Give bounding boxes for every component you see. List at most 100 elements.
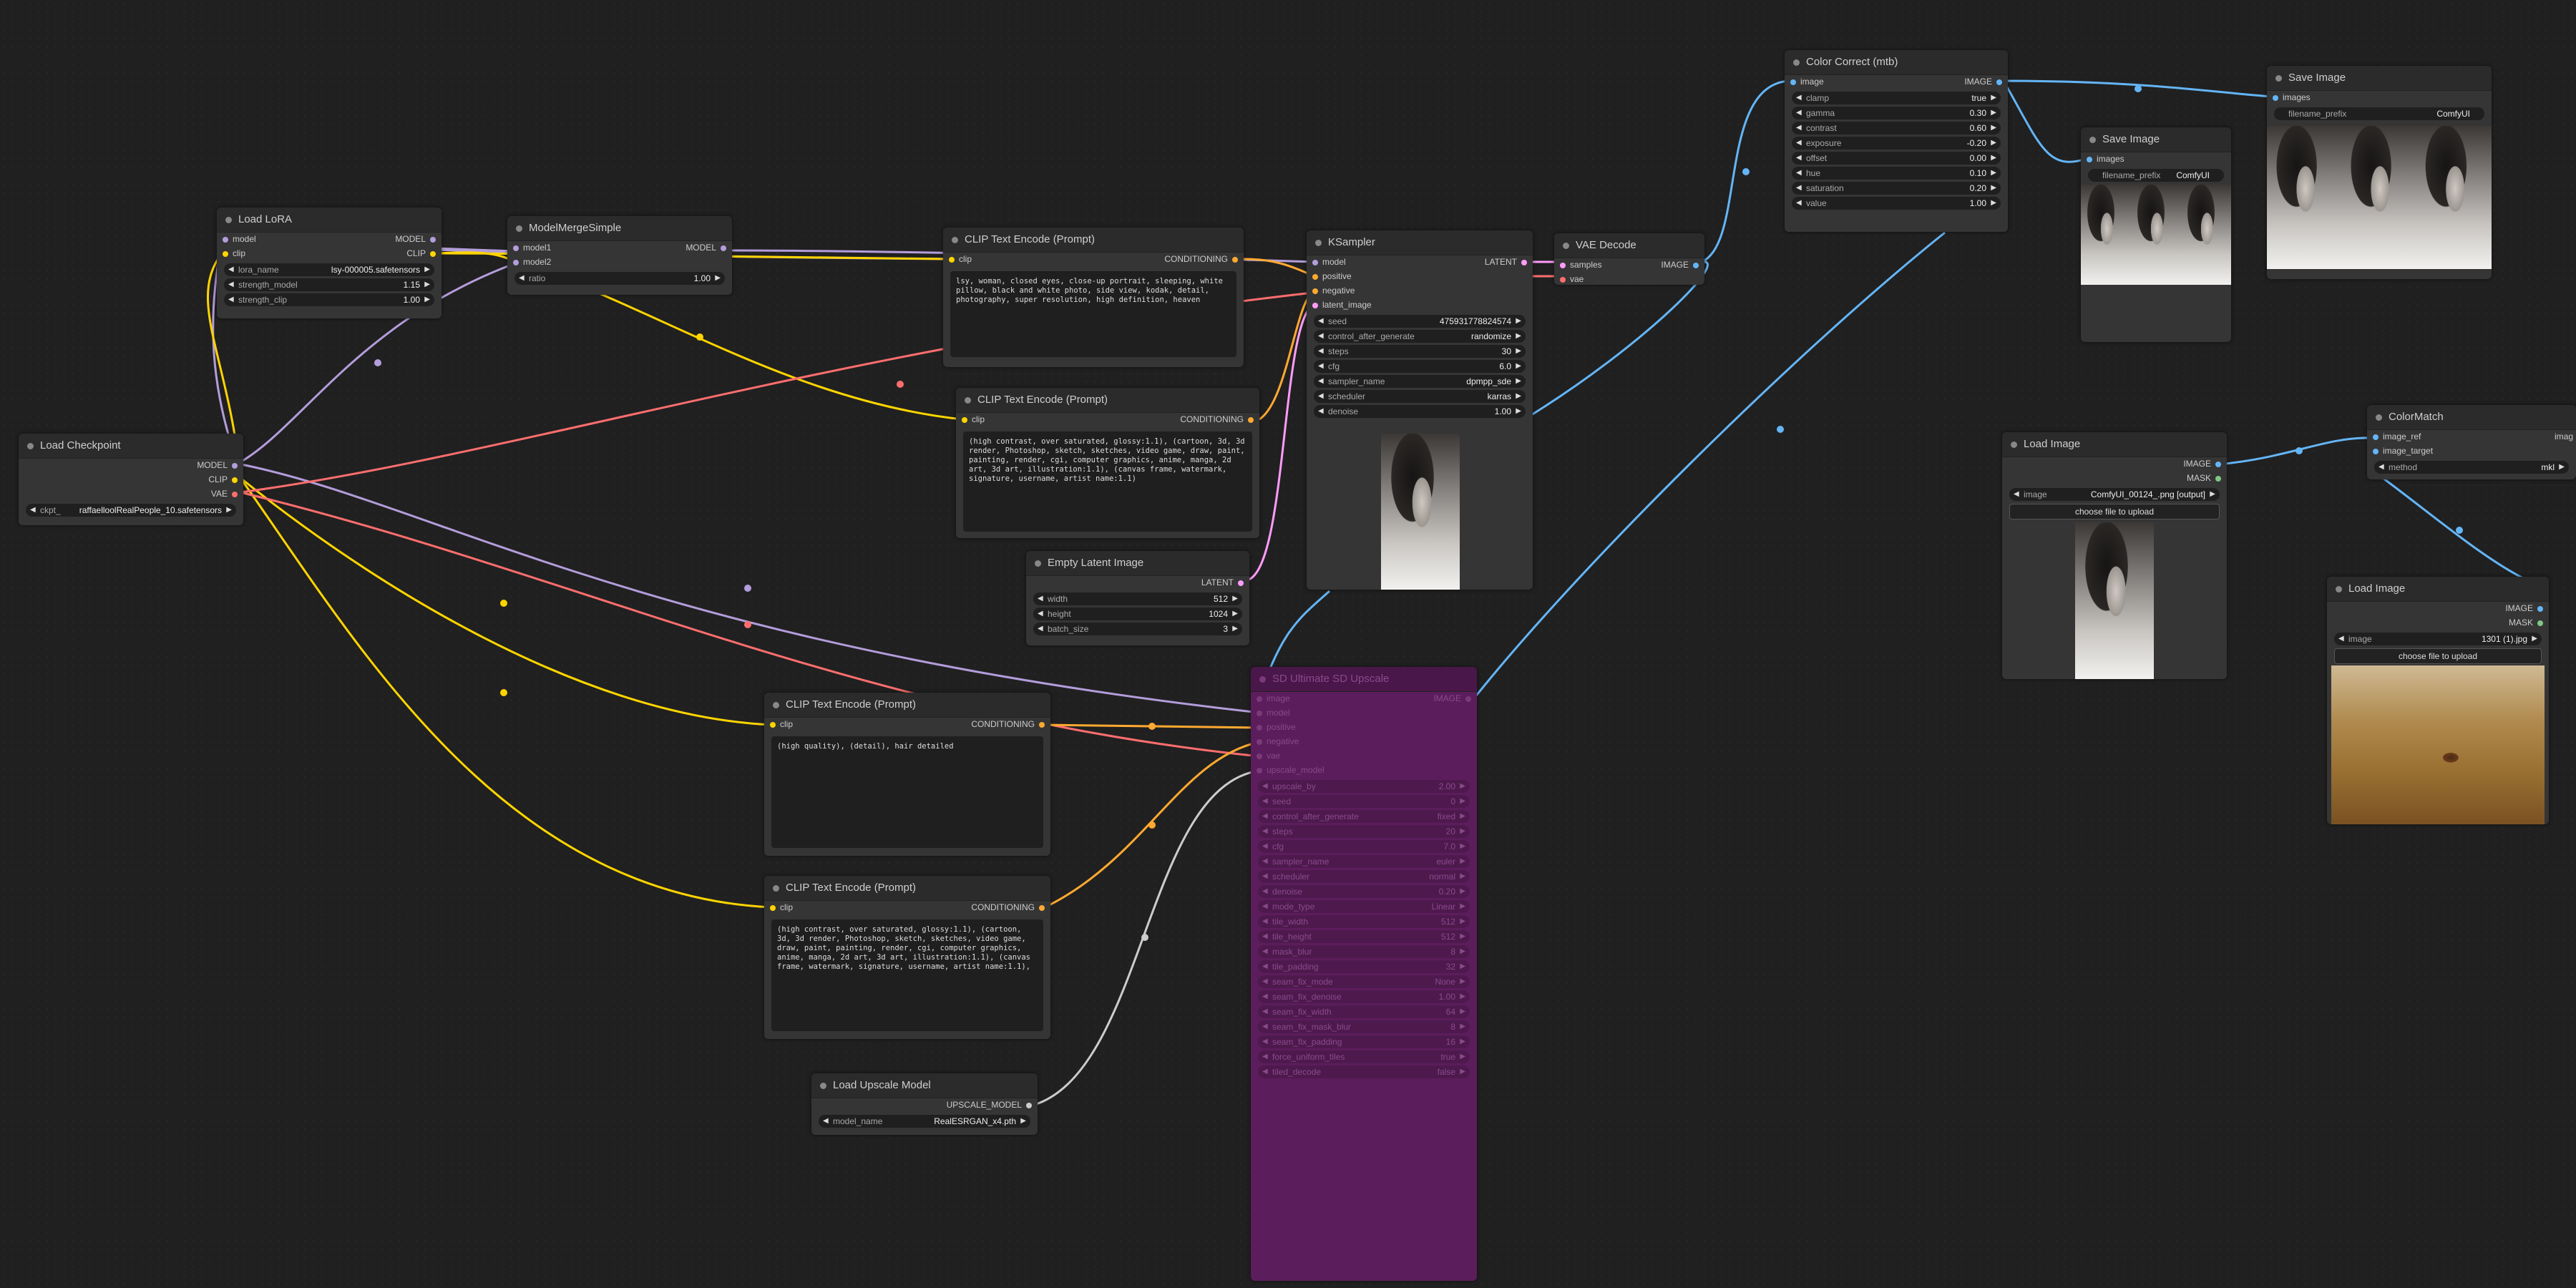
increment-icon[interactable]: ▶ [1516,345,1521,358]
output-pin-image[interactable] [1996,79,2002,85]
decrement-icon[interactable]: ◀ [2014,488,2019,501]
widget-contrast[interactable]: ◀ contrast 0.60 ▶ [1792,122,2001,135]
decrement-icon[interactable]: ◀ [1038,608,1043,620]
node-clip-text-encode-detail[interactable]: CLIP Text Encode (Prompt) clip CONDITION… [764,693,1050,856]
increment-icon[interactable]: ▶ [1460,795,1465,808]
input-pin-model2[interactable] [513,260,519,265]
increment-icon[interactable]: ▶ [1232,608,1238,620]
workflow-canvas[interactable]: Load LoRA model MODEL clip CLIP ◀ lora_na… [0,0,2576,1288]
node-load-lora[interactable]: Load LoRA model MODEL clip CLIP ◀ lora_na… [217,208,441,318]
decrement-icon[interactable]: ◀ [1262,960,1268,973]
decrement-icon[interactable]: ◀ [1796,107,1802,119]
node-title[interactable]: CLIP Text Encode (Prompt) [956,388,1259,413]
node-color-match[interactable]: ColorMatch image_ref imag image_target ◀… [2367,405,2576,479]
widget-image-select[interactable]: ◀ image 1301 (1).jpg ▶ [2334,633,2542,645]
input-pin-clip[interactable] [223,251,228,257]
prompt-textarea[interactable]: lsy, woman, closed eyes, close-up portra… [950,271,1236,357]
decrement-icon[interactable]: ◀ [1318,405,1324,418]
input-pin-clip[interactable] [770,905,776,911]
widget-seed[interactable]: ◀ seed 475931778824574 ▶ [1314,315,1526,328]
node-ultimate-sd-upscale-bypassed[interactable]: SD Ultimate SD Upscale image IMAGE model… [1251,667,1477,1281]
increment-icon[interactable]: ▶ [424,293,430,306]
collapse-dot[interactable] [965,397,971,404]
decrement-icon[interactable]: ◀ [1262,945,1268,958]
increment-icon[interactable]: ▶ [1516,375,1521,388]
output-pin-model[interactable] [232,463,238,469]
increment-icon[interactable]: ▶ [1991,122,1996,135]
decrement-icon[interactable]: ◀ [1318,375,1324,388]
widget-ratio[interactable]: ◀ ratio 1.00 ▶ [514,272,725,285]
widget-method[interactable]: ◀ method mkl ▶ [2374,461,2569,474]
increment-icon[interactable]: ▶ [1991,92,1996,104]
output-pin-clip[interactable] [232,477,238,483]
widget-denoise[interactable]: ◀ denoise 1.00 ▶ [1314,405,1526,418]
node-color-correct[interactable]: Color Correct (mtb) image IMAGE ◀ clamp tr… [1785,50,2008,232]
input-pin-upscale-model[interactable] [1257,768,1262,774]
prompt-textarea[interactable]: (high contrast, over saturated, glossy:1… [963,431,1252,532]
widget-mode-type[interactable]: ◀ mode_type Linear ▶ [1258,900,1470,913]
input-pin-model1[interactable] [513,245,519,251]
increment-icon[interactable]: ▶ [1460,885,1465,898]
increment-icon[interactable]: ▶ [2210,488,2215,501]
widget-steps[interactable]: ◀ steps 20 ▶ [1258,825,1470,838]
increment-icon[interactable]: ▶ [2532,633,2537,645]
widget-strength-clip[interactable]: ◀ strength_clip 1.00 ▶ [224,293,434,306]
decrement-icon[interactable]: ◀ [228,278,234,291]
node-load-checkpoint[interactable]: Load Checkpoint MODEL CLIP VAE ◀ ckpt_ raf… [19,434,243,525]
node-empty-latent-image[interactable]: Empty Latent Image LATENT ◀ width 512 ▶ ◀ he… [1026,551,1249,645]
node-title[interactable]: Load Image [2327,577,2549,602]
decrement-icon[interactable]: ◀ [2379,461,2384,474]
decrement-icon[interactable]: ◀ [30,504,36,517]
increment-icon[interactable]: ▶ [1460,1065,1465,1078]
collapse-dot[interactable] [1259,676,1266,683]
increment-icon[interactable]: ▶ [1232,623,1238,635]
increment-icon[interactable]: ▶ [1460,1020,1465,1033]
output-pin-model[interactable] [721,245,726,251]
widget-scheduler[interactable]: ◀ scheduler karras ▶ [1314,390,1526,403]
upload-button[interactable]: choose file to upload [2009,504,2220,519]
decrement-icon[interactable]: ◀ [1796,167,1802,180]
decrement-icon[interactable]: ◀ [1262,1020,1268,1033]
output-pin-conditioning[interactable] [1039,722,1045,728]
node-load-image-field[interactable]: Load Image IMAGE MASK ◀ image 1301 (1).jpg… [2327,577,2549,824]
output-pin-mask[interactable] [2215,476,2221,482]
collapse-dot[interactable] [2336,586,2342,592]
increment-icon[interactable]: ▶ [1516,405,1521,418]
prompt-textarea[interactable]: (high contrast, over saturated, glossy:1… [771,919,1043,1031]
widget-control-after-generate[interactable]: ◀ control_after_generate fixed ▶ [1258,810,1470,823]
decrement-icon[interactable]: ◀ [1796,182,1802,195]
widget-lora-name[interactable]: ◀ lora_name lsy-000005.safetensors ▶ [224,263,434,276]
decrement-icon[interactable]: ◀ [1262,990,1268,1003]
widget-height[interactable]: ◀ height 1024 ▶ [1033,608,1242,620]
increment-icon[interactable]: ▶ [1232,592,1238,605]
increment-icon[interactable]: ▶ [1460,915,1465,928]
increment-icon[interactable]: ▶ [424,263,430,276]
node-title[interactable]: CLIP Text Encode (Prompt) [943,228,1244,253]
widget-value[interactable]: ◀ value 1.00 ▶ [1792,197,2001,210]
widget-seam-fix-width[interactable]: ◀ seam_fix_width 64 ▶ [1258,1005,1470,1018]
decrement-icon[interactable]: ◀ [1262,840,1268,853]
node-title[interactable]: CLIP Text Encode (Prompt) [764,876,1050,901]
node-title[interactable]: Empty Latent Image [1026,551,1249,576]
increment-icon[interactable]: ▶ [1460,1050,1465,1063]
collapse-dot[interactable] [2089,137,2096,143]
input-pin-negative[interactable] [1312,288,1318,294]
widget-steps[interactable]: ◀ steps 30 ▶ [1314,345,1526,358]
increment-icon[interactable]: ▶ [1460,840,1465,853]
widget-cfg[interactable]: ◀ cfg 6.0 ▶ [1314,360,1526,373]
input-pin-negative[interactable] [1257,739,1262,745]
input-pin-clip[interactable] [770,722,776,728]
node-title[interactable]: Color Correct (mtb) [1785,50,2008,75]
widget-filename-prefix[interactable]: filename_prefix ComfyUI [2088,169,2224,182]
increment-icon[interactable]: ▶ [1516,360,1521,373]
increment-icon[interactable]: ▶ [1991,182,1996,195]
increment-icon[interactable]: ▶ [1991,107,1996,119]
collapse-dot[interactable] [225,217,232,223]
decrement-icon[interactable]: ◀ [1262,795,1268,808]
input-pin-clip[interactable] [962,417,967,423]
widget-saturation[interactable]: ◀ saturation 0.20 ▶ [1792,182,2001,195]
increment-icon[interactable]: ▶ [2559,461,2565,474]
increment-icon[interactable]: ▶ [1991,197,1996,210]
input-pin-images[interactable] [2273,95,2278,101]
increment-icon[interactable]: ▶ [1460,1035,1465,1048]
